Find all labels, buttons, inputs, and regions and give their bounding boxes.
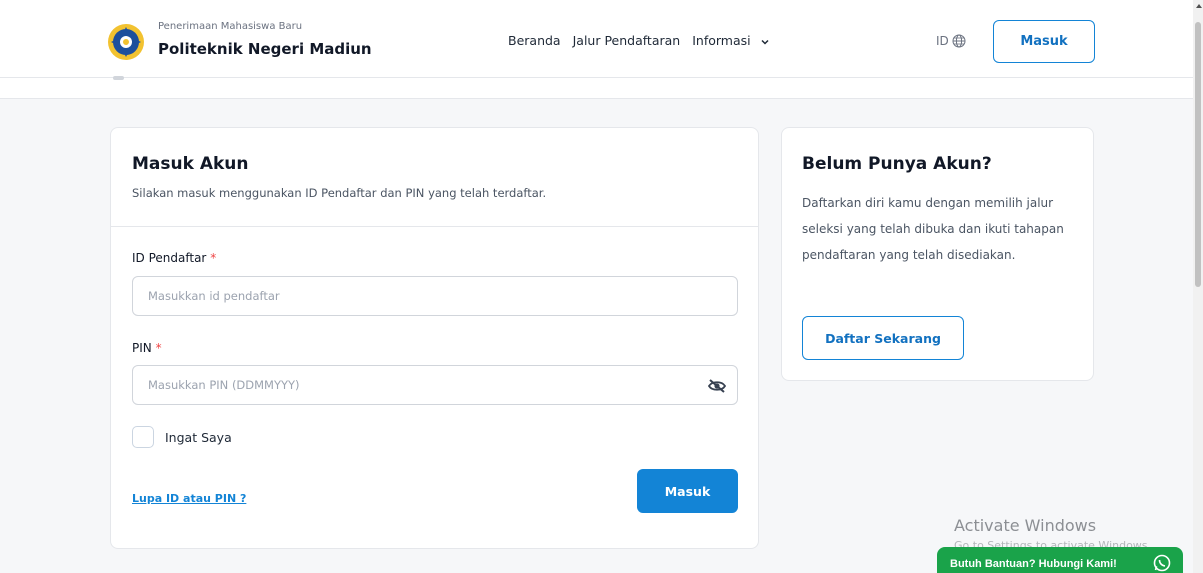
login-submit-button[interactable]: Masuk xyxy=(637,469,738,513)
header-login-button[interactable]: Masuk xyxy=(993,20,1095,63)
whatsapp-help-button[interactable]: Butuh Bantuan? Hubungi Kami! xyxy=(937,547,1183,573)
required-mark: * xyxy=(210,251,217,265)
brand-title[interactable]: Politeknik Negeri Madiun xyxy=(158,40,372,58)
chevron-down-icon xyxy=(761,39,769,45)
eye-off-icon[interactable] xyxy=(707,378,727,394)
brand-subtitle: Penerimaan Mahasiswa Baru xyxy=(158,21,303,32)
id-label: ID Pendaftar * xyxy=(132,251,216,265)
nav-jalur-pendaftaran[interactable]: Jalur Pendaftaran xyxy=(573,33,681,48)
logo-icon[interactable] xyxy=(107,23,145,61)
nav-informasi[interactable]: Informasi xyxy=(692,33,769,48)
id-label-text: ID Pendaftar xyxy=(132,251,207,265)
remember-checkbox[interactable] xyxy=(132,426,154,448)
pin-input[interactable] xyxy=(132,365,738,405)
main-nav: Beranda Jalur Pendaftaran Informasi xyxy=(508,33,781,48)
language-label: ID xyxy=(936,34,949,48)
language-switcher[interactable]: ID xyxy=(936,34,966,48)
login-card: Masuk Akun Silakan masuk menggunakan ID … xyxy=(110,127,759,549)
id-pendaftar-input[interactable] xyxy=(132,276,738,316)
sub-bar xyxy=(0,76,1203,99)
page-scrollbar[interactable] xyxy=(1193,0,1203,573)
required-mark: * xyxy=(155,341,162,355)
globe-icon xyxy=(952,34,966,48)
help-label: Butuh Bantuan? Hubungi Kami! xyxy=(950,558,1117,570)
scrollbar-thumb[interactable] xyxy=(1195,22,1201,287)
login-title: Masuk Akun xyxy=(132,154,249,174)
site-header: Penerimaan Mahasiswa Baru Politeknik Neg… xyxy=(0,0,1203,78)
nav-informasi-label: Informasi xyxy=(692,33,751,48)
activate-windows-title: Activate Windows xyxy=(954,516,1097,535)
subbar-handle xyxy=(113,76,124,80)
scroll-up-icon[interactable] xyxy=(1196,4,1202,8)
remember-label[interactable]: Ingat Saya xyxy=(165,430,232,445)
pin-label: PIN * xyxy=(132,341,162,355)
signup-description: Daftarkan diri kamu dengan memilih jalur… xyxy=(802,196,1064,262)
whatsapp-icon xyxy=(1153,554,1171,572)
login-description: Silakan masuk menggunakan ID Pendaftar d… xyxy=(132,186,547,200)
nav-beranda[interactable]: Beranda xyxy=(508,33,561,48)
forgot-id-pin-link[interactable]: Lupa ID atau PIN ? xyxy=(132,492,246,505)
pin-label-text: PIN xyxy=(132,341,152,355)
register-now-button[interactable]: Daftar Sekarang xyxy=(802,316,964,360)
signup-card: Belum Punya Akun? Daftarkan diri kamu de… xyxy=(781,127,1094,381)
login-card-header: Masuk Akun Silakan masuk menggunakan ID … xyxy=(111,128,758,227)
signup-title: Belum Punya Akun? xyxy=(802,154,992,174)
